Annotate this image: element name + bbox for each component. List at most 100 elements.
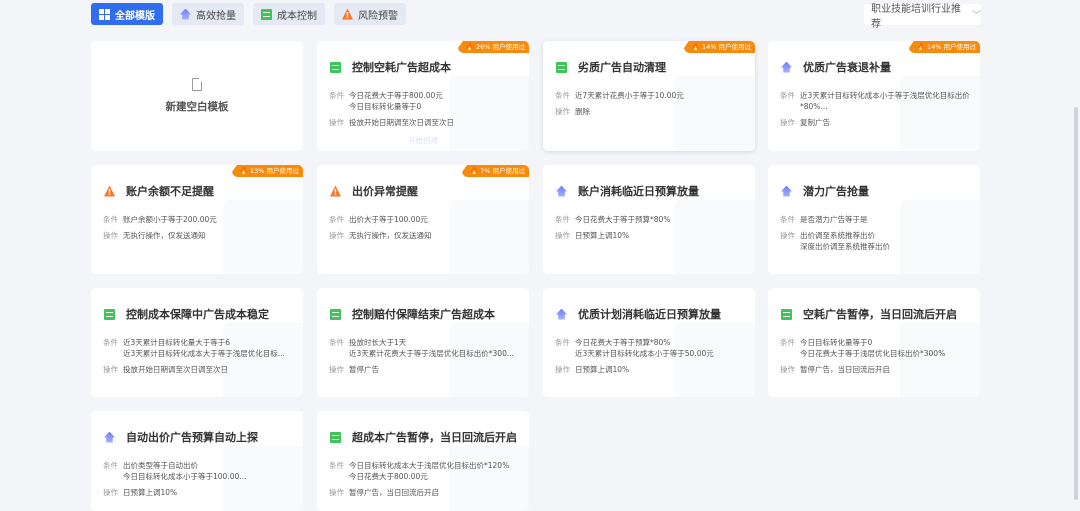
card-title-wrap: 潜力广告抢量 [781,183,869,199]
cost-icon [781,308,792,320]
action-row: 操作 日预算上调10% [555,364,749,375]
action-row: 操作 复制广告 [780,117,974,128]
tab-3[interactable]: 风险预警 [334,3,406,25]
new-blank-template-card[interactable]: 新建空白模板 [91,41,303,151]
template-card[interactable]: 超成本广告暂停，当日回流后开启 条件 今日目标转化成本大于浅层优化目标出价*120%… [317,411,529,511]
template-card[interactable]: 账户消耗临近日预算放量 条件 今日花费大于等于预算*80% 操作 日预算上调10% [543,165,755,274]
card-title: 控制空耗广告超成本 [352,61,451,74]
condition-value: 账户余额小于等于200.00元 [123,215,217,224]
usage-badge: 🔥 26% 用户使用过 [457,41,529,53]
condition-label: 条件 [103,338,118,347]
grid-icon [99,8,110,20]
card-title: 出价异常提醒 [352,185,418,198]
condition-value: 今日目标转化量等于0 [800,338,873,347]
condition-label: 条件 [555,338,570,347]
condition-value: 近7天累计花费小于等于10.00元 [575,91,684,100]
card-rules: 条件 出价类型等于自动出价 今日目标转化成本小于等于100.00... 操作 日预算上调… [103,460,297,503]
card-rules: 条件 近3天累计目标转化成本小于等于浅层优化目标出价*80%... 操作 复制广告 [780,90,974,133]
condition-value: 今日花费大于等于预算*80% [575,338,671,347]
usage-badge: 🔥 14% 用户使用过 [908,41,980,53]
template-card[interactable]: 潜力广告抢量条件 是否潜力广告等于是操作 出价调至系统推荐出价 深度出价调至系统推荐出… [768,165,980,274]
card-title: 优质广告衰退补量 [803,61,891,74]
card-rules: 条件 是否潜力广告等于是操作 出价调至系统推荐出价 深度出价调至系统推荐出价 [780,214,974,257]
card-rules: 条件 近7天累计花费小于等于10.00元 操作 删除 [555,90,749,122]
card-title-wrap: 控制赔付保障结束广告超成本 [330,306,495,322]
condition-value: 是否潜力广告等于是 [800,215,868,224]
action-row: 操作 无执行操作，仅发送通知 [103,230,297,241]
condition-row: 条件 出价大于等于100.00元 [329,214,523,225]
condition-value: 近3天累计目标转化成本小于等于50.00元 [575,349,714,358]
template-card[interactable]: 🔥 26% 用户使用过 控制空耗广告超成本 条件 今日花费大于等于800.00元 今日目… [317,41,529,151]
action-label: 操作 [329,231,344,240]
start-create-link[interactable]: 开始创建 [317,135,529,146]
tab-1[interactable]: 高效抢量 [172,3,244,25]
card-title-wrap: 出价异常提醒 [330,183,418,199]
cost-icon [330,431,341,443]
card-title-wrap: 自动出价广告预算自动上探 [104,429,258,445]
card-title: 潜力广告抢量 [803,185,869,198]
card-rules: 条件 账户余额小于等于200.00元 操作 无执行操作，仅发送通知 [103,214,297,246]
card-rules: 条件 出价大于等于100.00元 操作 无执行操作，仅发送通知 [329,214,523,246]
usage-badge: 🔥 14% 用户使用过 [683,41,755,53]
action-label: 操作 [555,107,570,116]
condition-row: 条件 出价类型等于自动出价 今日目标转化成本小于等于100.00... [103,460,297,482]
arrow-up-icon [781,61,792,73]
action-label: 操作 [103,365,118,374]
template-card[interactable]: 🔥 7% 用户使用过出价异常提醒条件出价大于等于100.00元操作无执行操作，仅… [317,165,529,274]
warning-icon [342,8,353,20]
condition-value: 今日目标转化量等于0 [349,102,422,111]
action-row: 操作 出价调至系统推荐出价 深度出价调至系统推荐出价 [780,230,974,252]
template-card[interactable]: 控制赔付保障结束广告超成本条件 投放时长大于1天 近3天累计花费大于等于浅层优化目标… [317,288,529,397]
tab-0[interactable]: 全部模版 [91,3,163,25]
industry-select-value: 职业技能培训行业推荐 [871,3,961,30]
industry-select[interactable]: 职业技能培训行业推荐 ﹀ [864,4,981,30]
cost-icon [330,61,341,73]
action-label: 操作 [555,365,570,374]
action-row: 操作 日预算上调10% [555,230,749,241]
condition-value: 投放时长大于1天 [349,338,407,347]
condition-label: 条件 [780,91,795,100]
action-value: 无执行操作，仅发送通知 [123,231,206,240]
card-title: 账户余额不足提醒 [126,185,214,198]
template-card[interactable]: 空耗广告暂停，当日回流后开启 条件 今日目标转化量等于0 今日花费大于等于浅层优化目标… [768,288,980,397]
condition-value: 今日目标转化成本小于等于100.00... [123,472,247,481]
template-card[interactable]: 🔥 13% 用户使用过账户余额不足提醒条件账户余额小于等于200.00元操作无执… [91,165,303,274]
action-value: 复制广告 [800,118,830,127]
condition-value: 近3天累计目标转化成本大于等于浅层优化目标... [123,349,285,358]
action-value: 暂停广告，当日回流后开启 [800,365,890,374]
tab-2[interactable]: 成本控制 [253,3,325,25]
template-card[interactable]: 控制成本保障中广告成本稳定 条件 近3天累计目标转化量大于等于6 近3天累计目标转化成… [91,288,303,397]
template-card[interactable]: 优质计划消耗临近日预算放量条件 今日花费大于等于预算*80% 近3天累计目标转化成本… [543,288,755,397]
template-card[interactable]: 🔥 14% 用户使用过 劣质广告自动清理 条件 近7天累计花费小于等于10.00元 操作… [543,41,755,151]
condition-row: 条件 是否潜力广告等于是 [780,214,974,225]
usage-badge: 🔥 7% 用户使用过 [461,165,529,177]
condition-row: 条件 账户余额小于等于200.00元 [103,214,297,225]
card-rules: 条件 投放时长大于1天 近3天累计花费大于等于浅层优化目标出价*300... 操作 暂停… [329,337,523,380]
condition-label: 条件 [329,461,344,470]
card-title: 超成本广告暂停，当日回流后开启 [352,431,517,444]
condition-label: 条件 [329,338,344,347]
action-row: 操作 无执行操作，仅发送通知 [329,230,523,241]
scrollbar[interactable] [1074,107,1078,500]
action-value: 暂停广告 [349,365,379,374]
template-card[interactable]: 自动出价广告预算自动上探条件 出价类型等于自动出价 今日目标转化成本小于等于100.… [91,411,303,511]
condition-label: 条件 [329,91,344,100]
template-card[interactable]: 🔥 14% 用户使用过优质广告衰退补量条件 近3天累计目标转化成本小于等于浅层优化… [768,41,980,151]
tab-label: 成本控制 [277,10,317,22]
action-row: 操作 删除 [555,106,749,117]
action-row: 操作 日预算上调10% [103,487,297,498]
arrow-up-icon [180,8,191,20]
condition-label: 条件 [329,215,344,224]
card-title: 空耗广告暂停，当日回流后开启 [803,308,957,321]
condition-value: 出价大于等于100.00元 [349,215,428,224]
condition-row: 条件 近3天累计目标转化成本小于等于浅层优化目标出价*80%... [780,90,974,112]
card-title-wrap: 优质计划消耗临近日预算放量 [556,306,721,322]
card-title-wrap: 账户余额不足提醒 [104,183,214,199]
action-value: 删除 [575,107,590,116]
action-value: 日预算上调10% [123,488,178,497]
warning-icon [330,185,341,197]
card-title-wrap: 劣质广告自动清理 [556,59,666,75]
condition-label: 条件 [780,215,795,224]
chevron-down-icon: ﹀ [971,11,981,21]
action-value: 日预算上调10% [575,365,630,374]
